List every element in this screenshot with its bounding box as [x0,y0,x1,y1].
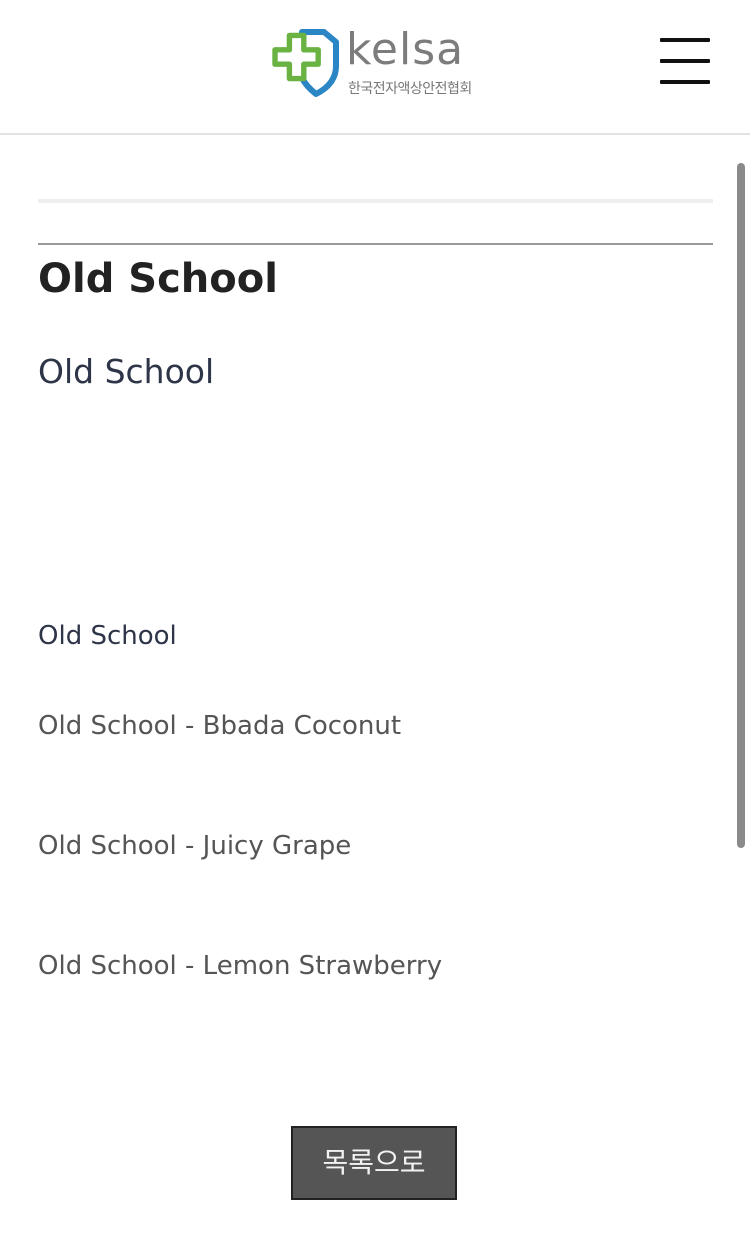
cross-shield-icon [272,29,339,97]
back-to-list-button[interactable]: 목록으로 [291,1126,457,1200]
kelsa-logo[interactable]: kelsa 한국전자액상안전협회 [272,24,492,100]
divider [38,199,713,203]
hamburger-menu-icon[interactable] [660,36,712,86]
post-title: Old School [38,256,278,302]
logo-subtitle: 한국전자액상안전협회 [348,81,472,97]
product-label: Old School [38,621,177,651]
scrollbar[interactable] [737,163,745,848]
product-item: Old School - Juicy Grape [38,831,352,861]
site-header: kelsa 한국전자액상안전협회 [0,0,750,135]
post-subtitle: Old School [38,352,215,391]
product-item: Old School - Lemon Strawberry [38,951,443,981]
logo-wordmark: kelsa [346,24,465,75]
product-item: Old School - Bbada Coconut [38,711,402,741]
title-divider [38,243,713,245]
